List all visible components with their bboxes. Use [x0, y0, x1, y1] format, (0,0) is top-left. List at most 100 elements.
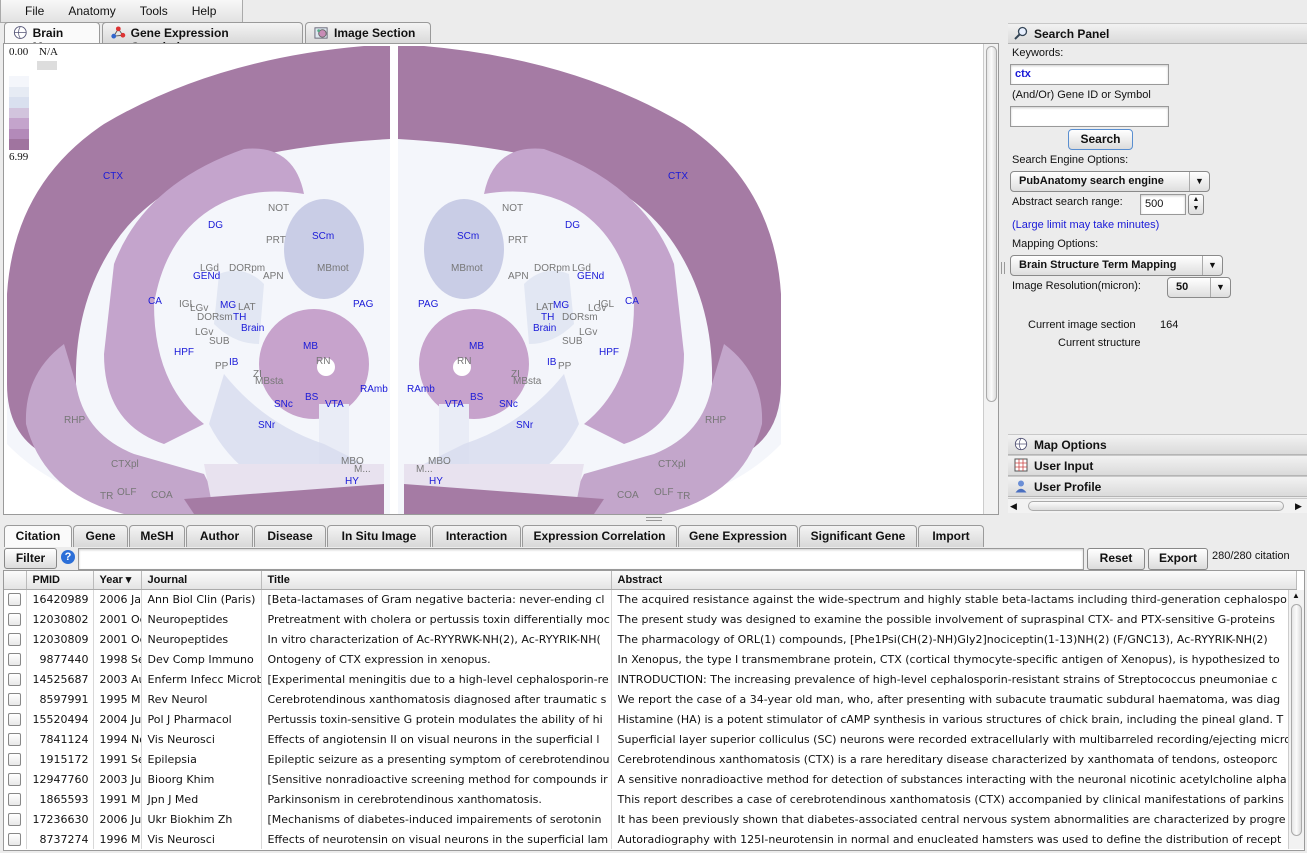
tab-gene-expression-correlation[interactable]: Gene Expression Correlation	[102, 22, 303, 54]
structure-label[interactable]: PP	[215, 362, 228, 372]
structure-label[interactable]: GENd	[577, 272, 604, 282]
tab-import[interactable]: Import	[918, 525, 984, 547]
structure-label[interactable]: SUB	[562, 337, 583, 347]
row-checkbox[interactable]	[8, 692, 22, 706]
table-row[interactable]: 120308092001 OcNeuropeptidesIn vitro cha…	[4, 629, 1297, 649]
row-checkbox[interactable]	[8, 732, 22, 746]
split-handle-horizontal[interactable]	[646, 517, 662, 521]
structure-label[interactable]: MG	[220, 301, 236, 311]
split-handle-vertical[interactable]	[1001, 262, 1005, 274]
range-stepper[interactable]: ▲ ▼	[1188, 194, 1204, 215]
structure-label[interactable]: Brain	[241, 324, 264, 334]
scroll-up-icon[interactable]: ▲	[1292, 591, 1300, 600]
structure-label[interactable]: SUB	[209, 337, 230, 347]
row-checkbox[interactable]	[8, 632, 22, 646]
tab-author[interactable]: Author	[186, 525, 253, 547]
structure-label[interactable]: TH	[541, 313, 554, 323]
resolution-select[interactable]: 50 ▼	[1167, 277, 1231, 298]
tab-image-section[interactable]: Image Section	[305, 22, 431, 44]
help-icon[interactable]: ?	[61, 550, 75, 564]
structure-label[interactable]: PP	[558, 362, 571, 372]
structure-label[interactable]: CA	[148, 297, 162, 307]
structure-label[interactable]: APN	[508, 272, 529, 282]
structure-label[interactable]: MBmot	[451, 264, 483, 274]
tab-in-situ-image[interactable]: In Situ Image	[327, 525, 431, 547]
structure-label[interactable]: DORsm	[562, 313, 598, 323]
structure-label[interactable]: TR	[100, 492, 113, 502]
structure-label[interactable]: TH	[233, 313, 246, 323]
scroll-left-icon[interactable]: ◀	[1010, 501, 1017, 512]
table-row[interactable]: 14525687 2003 Au Enferm Infecc Microb [Expe…	[4, 669, 1297, 689]
column-header[interactable]: Abstract	[611, 571, 1297, 590]
row-checkbox[interactable]	[8, 792, 22, 806]
structure-label[interactable]: MB	[469, 342, 484, 352]
structure-label[interactable]: SCm	[312, 232, 334, 242]
structure-label[interactable]: BS	[470, 393, 483, 403]
structure-label[interactable]: PAG	[418, 300, 438, 310]
structure-label[interactable]: DG	[565, 221, 580, 231]
menu-tools[interactable]: Tools	[126, 0, 178, 22]
structure-label[interactable]: SNr	[516, 421, 533, 431]
filter-button[interactable]: Filter	[4, 548, 57, 569]
map-vertical-scrollbar[interactable]	[983, 44, 998, 514]
structure-label[interactable]: M...	[354, 465, 371, 475]
export-button[interactable]: Export	[1148, 548, 1208, 570]
table-row[interactable]: 85979911995 MaRev NeurolCerebrotendinous…	[4, 689, 1297, 709]
structure-label[interactable]: NOT	[268, 204, 289, 214]
table-row[interactable]: 87372741996 MaVis NeurosciEffects of neu…	[4, 829, 1297, 849]
structure-label[interactable]: PRT	[508, 236, 528, 246]
reset-button[interactable]: Reset	[1087, 548, 1145, 570]
structure-label[interactable]: SCm	[457, 232, 479, 242]
structure-label[interactable]: SNr	[258, 421, 275, 431]
row-checkbox[interactable]	[8, 612, 22, 626]
column-header[interactable]: Year ▾	[93, 571, 142, 590]
tab-gene[interactable]: Gene	[73, 525, 128, 547]
range-input[interactable]: 500	[1140, 194, 1186, 215]
map-scroll-thumb[interactable]	[986, 46, 997, 402]
menu-file[interactable]: File	[1, 0, 54, 22]
row-checkbox[interactable]	[8, 593, 22, 606]
table-vertical-scrollbar[interactable]: ▲	[1288, 590, 1304, 849]
table-row[interactable]: 12947760 2003 Ju Bioorg Khim [Sensitive non…	[4, 769, 1297, 789]
structure-label[interactable]: M...	[416, 465, 433, 475]
gene-input[interactable]	[1010, 106, 1169, 127]
tab-interaction[interactable]: Interaction	[432, 525, 521, 547]
user-profile-header[interactable]: User Profile	[1008, 476, 1307, 497]
brain-map-panel[interactable]: 0.00 N/A 6.99 CTX DG NOT PRT SCm LGd DOR…	[3, 43, 999, 515]
structure-label[interactable]: NOT	[502, 204, 523, 214]
structure-label[interactable]: HY	[345, 477, 359, 487]
tab-citation[interactable]: Citation	[4, 525, 72, 547]
table-row[interactable]: 16420989 2006 Ja Ann Biol Clin (Paris) [Bet…	[4, 589, 1297, 609]
structure-label[interactable]: OLF	[654, 488, 673, 498]
structure-label[interactable]: APN	[263, 272, 284, 282]
structure-label[interactable]: BS	[305, 393, 318, 403]
structure-label[interactable]: DORsm	[197, 313, 233, 323]
structure-label[interactable]: PRT	[266, 236, 286, 246]
filter-input[interactable]	[78, 548, 1084, 570]
structure-label[interactable]: OLF	[117, 488, 136, 498]
structure-label[interactable]: CTXpl	[658, 460, 686, 470]
structure-label[interactable]: IB	[547, 358, 556, 368]
structure-label[interactable]: MB	[303, 342, 318, 352]
search-panel-header[interactable]: Search Panel	[1008, 23, 1307, 44]
column-header[interactable]: PMID	[26, 571, 94, 590]
column-header[interactable]	[4, 571, 27, 590]
table-row[interactable]: 78411241994 NoVis NeurosciEffects of ang…	[4, 729, 1297, 749]
structure-label[interactable]: CTX	[668, 172, 688, 182]
structure-label[interactable]: RAmb	[360, 385, 388, 395]
structure-label[interactable]: RAmb	[407, 385, 435, 395]
side-horizontal-scrollbar[interactable]: ◀ ▶	[1008, 498, 1307, 513]
row-checkbox[interactable]	[8, 672, 22, 686]
scroll-right-icon[interactable]: ▶	[1295, 501, 1302, 512]
row-checkbox[interactable]	[8, 652, 22, 666]
mapping-select[interactable]: Brain Structure Term Mapping ▼	[1010, 255, 1223, 276]
tab-disease[interactable]: Disease	[254, 525, 326, 547]
table-row[interactable]: 1915172 1991 Se Epilepsia Epileptic seizure…	[4, 749, 1297, 769]
tab-gene-expression[interactable]: Gene Expression	[678, 525, 798, 547]
user-input-header[interactable]: User Input	[1008, 455, 1307, 476]
structure-label[interactable]: DORpm	[229, 264, 265, 274]
structure-label[interactable]: COA	[617, 491, 639, 501]
structure-label[interactable]: CTX	[103, 172, 123, 182]
row-checkbox[interactable]	[8, 772, 22, 786]
structure-label[interactable]: DG	[208, 221, 223, 231]
